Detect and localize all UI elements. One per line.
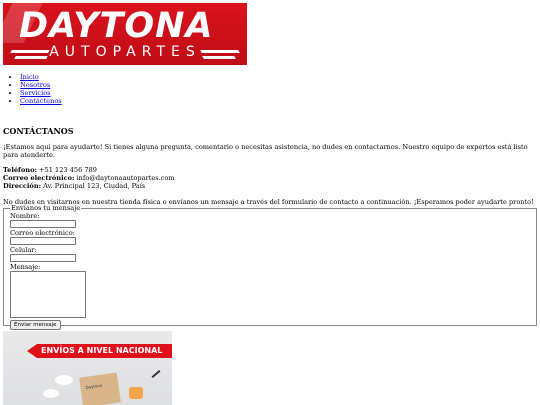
cloud-decoration <box>55 375 73 385</box>
contact-form: Envíanos tu mensaje Nombre: Correo elect… <box>3 204 537 330</box>
address-label: Dirección: <box>3 182 42 190</box>
message-label: Mensaje: <box>10 263 41 271</box>
nav-item: Servicios <box>20 89 62 97</box>
shipping-banner[interactable]: ENVÍOS A NIVEL NACIONAL Daytona <box>3 331 172 405</box>
message-textarea[interactable] <box>10 271 86 318</box>
intro-text: ¡Estamos aquí para ayudarte! Si tienes a… <box>3 143 528 159</box>
email-value: info@daytonaautopartes.com <box>74 174 175 182</box>
email-label: Correo electrónico: <box>3 174 75 182</box>
nav-list: Inicio Nosotros Servicios Contáctenos <box>20 73 62 105</box>
form-legend: Envíanos tu mensaje <box>11 204 81 212</box>
phone-input[interactable] <box>10 254 76 262</box>
phone-line: Teléfono: +51 123 456 789 <box>3 166 535 174</box>
heart-bag-icon <box>129 387 143 399</box>
logo-wordmark: DAYTONA <box>19 6 214 46</box>
contact-details: Teléfono: +51 123 456 789 Correo electró… <box>3 166 535 190</box>
email-label: Correo electrónico: <box>10 229 75 237</box>
contact-section: CONTÁCTANOS ¡Estamos aquí para ayudarte!… <box>3 126 535 206</box>
phone-value: +51 123 456 789 <box>36 166 97 174</box>
nav-link-nosotros[interactable]: Nosotros <box>20 81 50 89</box>
cloud-decoration <box>43 389 59 398</box>
email-line: Correo electrónico: info@daytonaautopart… <box>3 174 535 182</box>
submit-button[interactable]: Enviar mensaje <box>10 320 61 330</box>
banner-ribbon: ENVÍOS A NIVEL NACIONAL <box>27 344 172 358</box>
box-label: Daytona <box>85 382 103 390</box>
phone-label: Celular: <box>10 246 37 254</box>
nav-item: Nosotros <box>20 81 62 89</box>
name-input[interactable] <box>10 220 76 228</box>
nav-item: Inicio <box>20 73 62 81</box>
name-label: Nombre: <box>10 212 40 220</box>
nav-link-contactenos[interactable]: Contáctenos <box>20 97 62 105</box>
page-title: CONTÁCTANOS <box>3 126 74 136</box>
email-input[interactable] <box>10 237 76 245</box>
phone-label: Teléfono: <box>3 166 37 174</box>
nav-link-inicio[interactable]: Inicio <box>20 73 39 81</box>
brand-logo[interactable]: DAYTONA AUTOPARTES <box>3 3 247 65</box>
nav-item: Contáctenos <box>20 97 62 105</box>
banner-headline: ENVÍOS A NIVEL NACIONAL <box>41 346 163 355</box>
main-nav: Inicio Nosotros Servicios Contáctenos <box>20 73 62 105</box>
package-box-icon: Daytona <box>79 372 121 405</box>
decoration-stroke <box>151 370 161 378</box>
logo-tagline: AUTOPARTES <box>49 44 201 60</box>
address-line: Dirección: Av. Principal 123, Ciudad, Pa… <box>3 182 535 190</box>
address-value: Av. Principal 123, Ciudad, País <box>41 182 146 190</box>
nav-link-servicios[interactable]: Servicios <box>20 89 51 97</box>
